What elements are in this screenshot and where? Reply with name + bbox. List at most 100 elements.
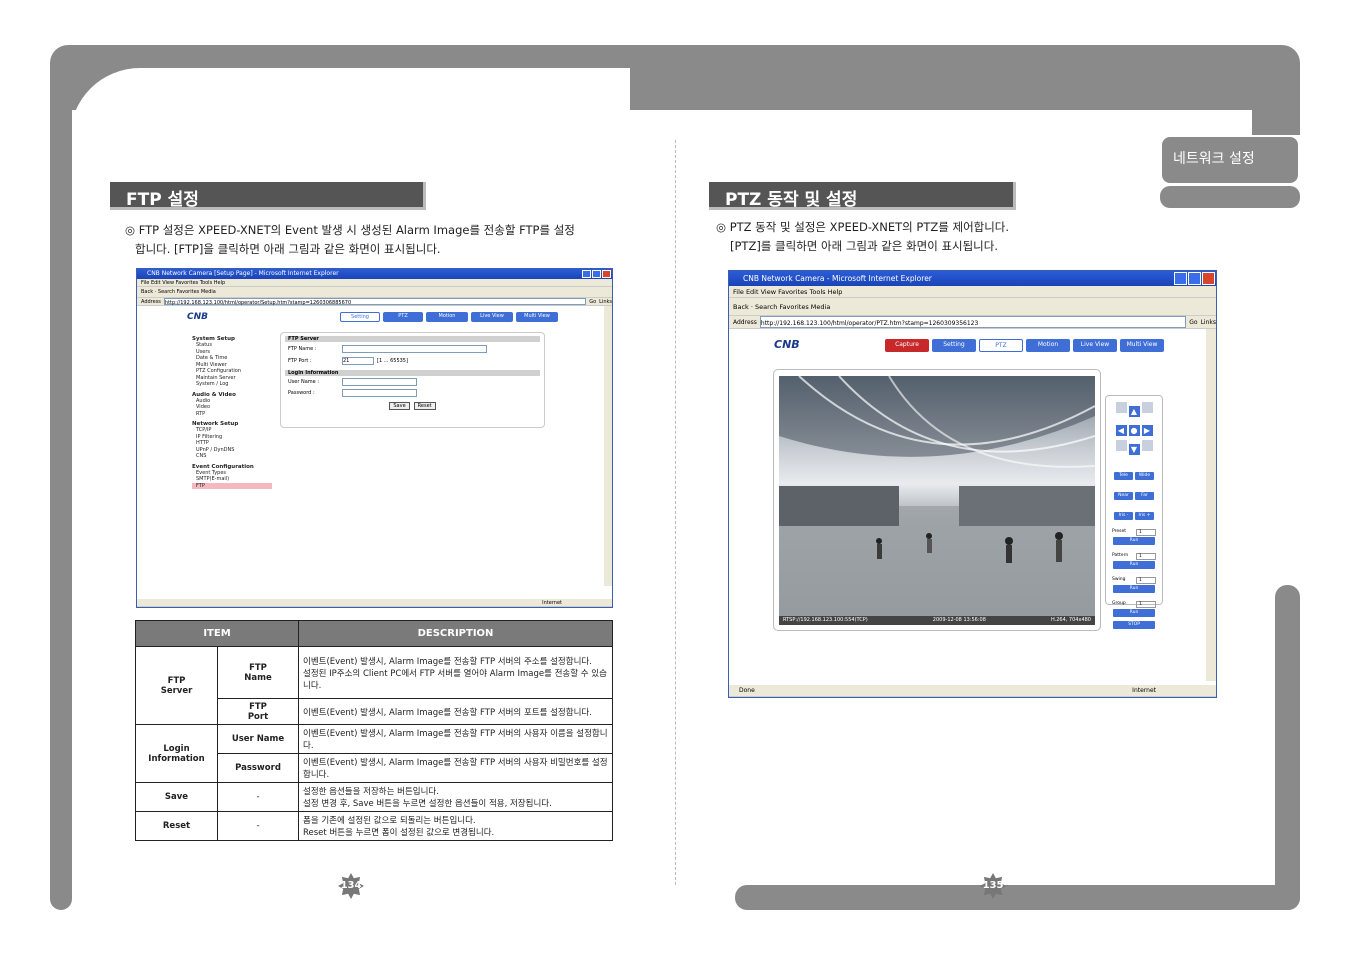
nav-live-view[interactable]: Live View xyxy=(471,312,513,322)
minimize-icon[interactable] xyxy=(1174,272,1187,285)
sidebar-item-system-log[interactable]: System / Log xyxy=(192,381,272,388)
row-save: Save xyxy=(135,782,218,812)
row-user-name-desc: 이벤트(Event) 발생시, Alarm Image를 전송할 FTP 서버의… xyxy=(298,724,613,754)
ftp-spec-table: ITEM DESCRIPTION FTP Server FTP Name 이벤트… xyxy=(135,620,613,841)
top-nav: Setting PTZ Motion Live View Multi View xyxy=(340,312,558,322)
toolbar[interactable]: Back · Search Favorites Media xyxy=(729,298,1216,316)
camera-video-feed[interactable] xyxy=(779,376,1095,616)
status-done: Done xyxy=(739,687,755,694)
close-icon[interactable] xyxy=(602,270,611,278)
scrollbar[interactable] xyxy=(604,306,612,586)
group-label: Group xyxy=(1112,601,1126,606)
address-label: Address xyxy=(733,319,757,326)
address-input[interactable]: http://192.168.123.100/html/operator/PTZ… xyxy=(759,316,1187,328)
nav-ptz[interactable]: PTZ xyxy=(979,339,1023,352)
address-input[interactable]: http://192.168.123.100/html/operator/Set… xyxy=(163,298,587,306)
window-buttons xyxy=(582,270,611,278)
row-save-dash: - xyxy=(217,782,299,812)
scrollbar[interactable] xyxy=(1206,329,1216,681)
ptz-arrow-row2: ◀ ● ▶ xyxy=(1106,418,1162,437)
sidebar-item-cns[interactable]: CNS xyxy=(192,453,272,460)
group-select[interactable]: 1 xyxy=(1136,601,1156,608)
tele-button[interactable]: Tele xyxy=(1114,472,1133,480)
wide-button[interactable]: Wide xyxy=(1135,472,1154,480)
swing-run-button[interactable]: Run xyxy=(1113,585,1155,593)
ftp-setup-screenshot: CNB Network Camera [Setup Page] - Micros… xyxy=(136,268,613,608)
menu-bar[interactable]: File Edit View Favorites Tools Help xyxy=(729,286,1216,298)
right-arrow-icon[interactable]: ▶ xyxy=(1141,425,1153,436)
sidebar-item-ftp[interactable]: FTP xyxy=(192,482,272,489)
nav-capture[interactable]: Capture xyxy=(885,339,929,352)
left-arrow-icon[interactable]: ◀ xyxy=(1115,425,1127,436)
swing-select[interactable]: 1 xyxy=(1136,577,1156,584)
reset-button[interactable]: Reset xyxy=(413,402,436,410)
nav-multi-view[interactable]: Multi View xyxy=(1120,339,1164,352)
row-reset-desc: 폼을 기존에 설정된 값으로 되돌리는 버튼입니다. Reset 버튼을 누르면… xyxy=(298,811,613,841)
user-name-input[interactable] xyxy=(342,378,417,386)
nav-motion[interactable]: Motion xyxy=(426,312,468,322)
ftp-name-input[interactable] xyxy=(342,345,487,353)
toolbar[interactable]: Back · Search Favorites Media xyxy=(137,287,612,298)
sidebar-item-rtp[interactable]: RTP xyxy=(192,411,272,418)
ftp-server-header: FTP Server xyxy=(285,336,540,342)
nav-live-view[interactable]: Live View xyxy=(1073,339,1117,352)
row-ftp-name: FTP Name xyxy=(217,646,299,699)
menu-bar[interactable]: File Edit View Favorites Tools Help xyxy=(137,279,612,287)
pattern-label: Pattern xyxy=(1112,553,1129,558)
preset-run-button[interactable]: Run xyxy=(1113,537,1155,545)
up-arrow-icon[interactable]: ▲ xyxy=(1128,406,1140,417)
nav-setting[interactable]: Setting xyxy=(932,339,976,352)
swing-label: Swing xyxy=(1112,577,1126,582)
ftp-port-input[interactable]: 21 xyxy=(342,357,374,365)
iris-minus-button[interactable]: Iris - xyxy=(1114,512,1133,520)
row-ftp-name-desc: 이벤트(Event) 발생시, Alarm Image를 전송할 FTP 서버의… xyxy=(298,646,613,699)
video-codec: H.264, 704x480 xyxy=(1050,617,1091,623)
group-run-button[interactable]: Run xyxy=(1113,609,1155,617)
right-intro-line2: [PTZ]를 클릭하면 아래 그림과 같은 화면이 표시됩니다. xyxy=(730,239,998,253)
row-login: Login Information xyxy=(135,724,218,783)
password-input[interactable] xyxy=(342,389,417,397)
left-frame-bar xyxy=(50,110,72,910)
page-divider xyxy=(675,140,676,885)
nav-setting[interactable]: Setting xyxy=(340,312,380,322)
nav-multi-view[interactable]: Multi View xyxy=(516,312,558,322)
iris-plus-button[interactable]: Iris + xyxy=(1135,512,1154,520)
down-right-arrow-icon[interactable] xyxy=(1141,440,1153,451)
page-number-left: 134 xyxy=(338,873,364,899)
stop-button[interactable]: STOP xyxy=(1113,621,1155,629)
status-internet: Internet xyxy=(1132,687,1156,694)
ptz-screenshot: CNB Network Camera - Microsoft Internet … xyxy=(728,270,1217,698)
preset-select[interactable]: 1 xyxy=(1136,529,1156,536)
window-buttons xyxy=(1174,272,1215,285)
near-button[interactable]: Near xyxy=(1114,492,1133,500)
up-left-arrow-icon[interactable] xyxy=(1115,402,1127,413)
minimize-icon[interactable] xyxy=(582,270,591,278)
status-internet: Internet xyxy=(542,600,562,606)
row-password-desc: 이벤트(Event) 발생시, Alarm Image를 전송할 FTP 서버의… xyxy=(298,753,613,783)
pattern-select[interactable]: 1 xyxy=(1136,553,1156,560)
top-nav: Capture Setting PTZ Motion Live View Mul… xyxy=(885,339,1164,352)
terminal-scene-image xyxy=(779,376,1095,616)
ie-title-bar: CNB Network Camera [Setup Page] - Micros… xyxy=(137,269,612,279)
down-left-arrow-icon[interactable] xyxy=(1115,440,1127,451)
page-content: CNB Capture Setting PTZ Motion Live View… xyxy=(729,329,1216,681)
right-intro-line1: ◎ PTZ 동작 및 설정은 XPEED-XNET의 PTZ를 제어합니다. xyxy=(716,220,1010,234)
save-button[interactable]: Save xyxy=(389,402,410,410)
row-ftp-port: FTP Port xyxy=(217,698,299,725)
nav-ptz[interactable]: PTZ xyxy=(383,312,423,322)
pattern-run-button[interactable]: Run xyxy=(1113,561,1155,569)
go-button[interactable]: Go xyxy=(1189,316,1197,328)
nav-motion[interactable]: Motion xyxy=(1026,339,1070,352)
close-icon[interactable] xyxy=(1202,272,1215,285)
far-button[interactable]: Far xyxy=(1135,492,1154,500)
down-arrow-icon[interactable]: ▼ xyxy=(1128,444,1140,455)
row-reset: Reset xyxy=(135,811,218,841)
maximize-icon[interactable] xyxy=(592,270,601,278)
maximize-icon[interactable] xyxy=(1188,272,1201,285)
up-right-arrow-icon[interactable] xyxy=(1141,402,1153,413)
left-intro: ◎ FTP 설정은 XPEED-XNET의 Event 발생 시 생성된 Ala… xyxy=(125,221,575,259)
row-ftp-server: FTP Server xyxy=(135,646,218,725)
home-icon[interactable]: ● xyxy=(1128,425,1140,436)
go-button[interactable]: Go xyxy=(589,298,596,305)
right-frame-bar xyxy=(1275,585,1300,910)
